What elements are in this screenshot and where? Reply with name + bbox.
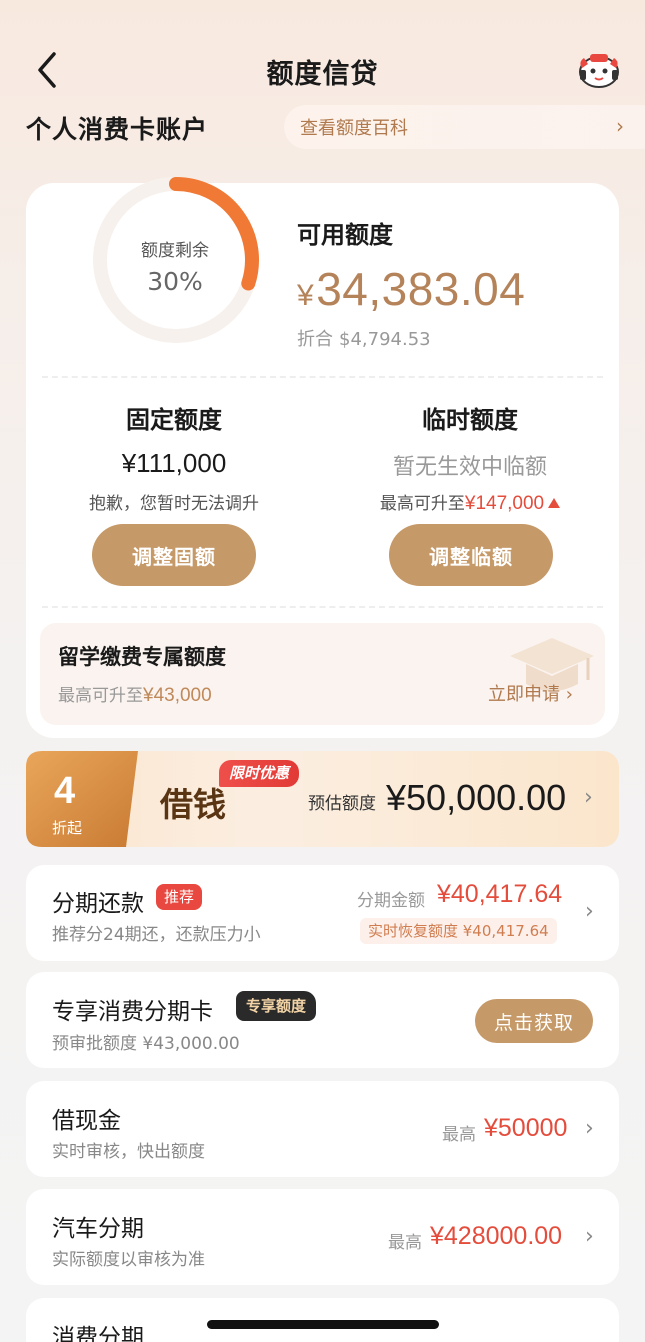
wiki-link-label: 查看额度百科: [300, 118, 408, 139]
apply-now-label: 立即申请: [488, 684, 560, 705]
home-indicator: [207, 1320, 439, 1329]
exclusive-card-title: 专享消费分期卡: [52, 999, 213, 1025]
converted-label: 折合: [297, 329, 333, 350]
ring-percent: 30%: [147, 267, 203, 296]
ring-label: 额度剩余: [141, 241, 209, 261]
page-title: 额度信贷: [266, 59, 379, 90]
exclusive-quota-tag: 专享额度: [236, 991, 317, 1021]
converted-amount: 折合 $4,794.53: [297, 325, 431, 351]
installment-amount-label: 分期金额: [357, 891, 425, 911]
cash-loan-subtitle: 实时审核，快出额度: [52, 1142, 205, 1162]
account-title: 个人消费卡账户: [26, 115, 209, 144]
study-quota-note: 最高可升至¥43,000: [58, 681, 212, 707]
installment-repay-title: 分期还款: [52, 891, 144, 917]
apply-now-link[interactable]: 立即申请 ›: [488, 680, 573, 706]
cash-loan-title: 借现金: [52, 1108, 121, 1134]
study-note-prefix: 最高可升至: [58, 686, 143, 706]
car-installment-max-value: ¥428000.00: [430, 1222, 563, 1250]
available-amount-value: 34,383.04: [316, 263, 526, 315]
chevron-right-icon: ›: [584, 785, 593, 810]
fixed-quota-note: 抱歉，您暂时无法调升: [89, 494, 259, 514]
estimated-quota-label: 预估额度: [308, 794, 376, 814]
temp-note-amount: ¥147,000: [464, 493, 545, 514]
max-label: 最高: [442, 1125, 476, 1145]
available-quota-amount: ¥34,383.04: [297, 262, 525, 316]
estimated-quota-value: ¥50,000.00: [386, 777, 567, 818]
recommend-tag: 推荐: [156, 884, 203, 910]
divider: [42, 376, 603, 378]
chevron-right-icon: ›: [585, 1224, 594, 1249]
currency-symbol: ¥: [297, 279, 315, 312]
temp-quota-note: 最高可升至¥147,000: [335, 489, 605, 515]
car-installment-subtitle: 实际额度以审核为准: [52, 1250, 205, 1270]
car-installment-title: 汽车分期: [52, 1216, 144, 1242]
chevron-right-icon: ›: [585, 899, 594, 924]
discount-suffix: 折起: [52, 819, 83, 837]
temp-quota-title: 临时额度: [422, 406, 518, 434]
recover-quota-tag: 实时恢复额度 ¥40,417.64: [360, 918, 557, 944]
adjust-fixed-button[interactable]: 调整固额: [92, 524, 256, 586]
cash-loan-max-value: ¥50000: [484, 1114, 568, 1142]
discount-number: 4: [54, 770, 76, 812]
temp-note-prefix: 最高可升至: [379, 494, 465, 514]
fixed-quota-value: ¥111,000: [121, 448, 227, 478]
converted-value: $4,794.53: [339, 329, 431, 350]
installment-amount-value: ¥40,417.64: [437, 880, 563, 908]
borrow-title: 借钱: [160, 785, 226, 824]
installment-repay-subtitle: 推荐分24期还，还款压力小: [52, 925, 261, 945]
consumer-installment-title: 消费分期: [52, 1325, 144, 1342]
max-label: 最高: [388, 1233, 422, 1253]
get-now-button[interactable]: 点击获取: [475, 999, 593, 1043]
available-quota-label: 可用额度: [297, 221, 393, 249]
temp-quota-value: 暂无生效中临额: [392, 455, 547, 480]
quota-wiki-link[interactable]: 查看额度百科 ›: [284, 105, 645, 149]
study-quota-title: 留学缴费专属额度: [58, 645, 226, 669]
study-note-amount: ¥43,000: [143, 685, 212, 706]
limited-offer-tag: 限时优惠: [219, 760, 300, 787]
adjust-temp-button[interactable]: 调整临额: [389, 524, 553, 586]
exclusive-card-subtitle: 预审批额度 ¥43,000.00: [52, 1034, 240, 1054]
chevron-right-icon: ›: [616, 114, 624, 138]
arrow-up-icon: [548, 498, 561, 508]
mascot-icon[interactable]: [576, 48, 622, 92]
divider: [42, 606, 603, 608]
chevron-right-icon: ›: [585, 1116, 594, 1141]
chevron-right-icon: ›: [565, 684, 573, 705]
fixed-quota-title: 固定额度: [126, 406, 222, 434]
